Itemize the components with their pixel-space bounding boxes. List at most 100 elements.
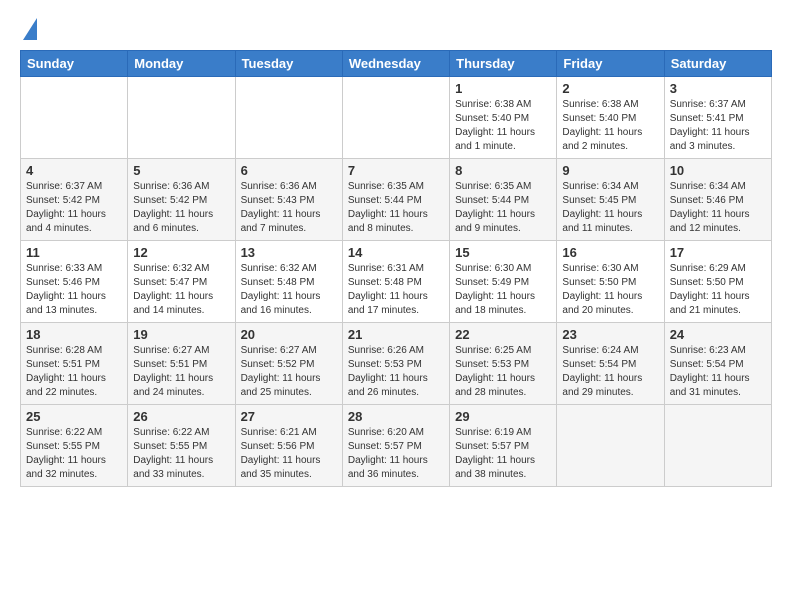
- cell-date-number: 11: [26, 245, 122, 260]
- calendar-cell: 11 Sunrise: 6:33 AM Sunset: 5:46 PM Dayli…: [21, 241, 128, 323]
- cell-info-text: Sunrise: 6:32 AM Sunset: 5:47 PM Dayligh…: [133, 262, 229, 318]
- cell-info-text: Sunrise: 6:38 AM Sunset: 5:40 PM Dayligh…: [455, 98, 551, 154]
- cell-info-text: Sunrise: 6:37 AM Sunset: 5:41 PM Dayligh…: [670, 98, 766, 154]
- cell-date-number: 2: [562, 81, 658, 96]
- calendar-week-row: 25Sunrise: 6:22 AM Sunset: 5:55 PM Dayli…: [21, 405, 772, 487]
- cell-info-text: Sunrise: 6:27 AM Sunset: 5:51 PM Dayligh…: [133, 344, 229, 400]
- weekday-header-cell: Saturday: [664, 51, 771, 77]
- cell-date-number: 15: [455, 245, 551, 260]
- cell-info-text: Sunrise: 6:34 AM Sunset: 5:46 PM Dayligh…: [670, 180, 766, 236]
- calendar-week-row: 18 Sunrise: 6:28 AM Sunset: 5:51 PM Dayli…: [21, 323, 772, 405]
- calendar-cell: 7 Sunrise: 6:35 AM Sunset: 5:44 PM Daylig…: [342, 159, 449, 241]
- cell-info-text: Sunrise: 6:23 AM Sunset: 5:54 PM Dayligh…: [670, 344, 766, 400]
- cell-date-number: 29: [455, 409, 551, 424]
- cell-info-text: Sunrise: 6:20 AM Sunset: 5:57 PM Dayligh…: [348, 426, 444, 482]
- weekday-header-cell: Monday: [128, 51, 235, 77]
- calendar-cell: 12 Sunrise: 6:32 AM Sunset: 5:47 PM Dayli…: [128, 241, 235, 323]
- cell-date-number: 13: [241, 245, 337, 260]
- cell-date-number: 1: [455, 81, 551, 96]
- cell-info-text: Sunrise: 6:35 AM Sunset: 5:44 PM Dayligh…: [455, 180, 551, 236]
- cell-info-text: Sunrise: 6:38 AM Sunset: 5:40 PM Dayligh…: [562, 98, 658, 154]
- weekday-header-cell: Wednesday: [342, 51, 449, 77]
- weekday-header-cell: Friday: [557, 51, 664, 77]
- cell-date-number: 3: [670, 81, 766, 96]
- cell-date-number: 7: [348, 163, 444, 178]
- cell-date-number: 27: [241, 409, 337, 424]
- calendar-cell: 2 Sunrise: 6:38 AM Sunset: 5:40 PM Daylig…: [557, 77, 664, 159]
- cell-info-text: Sunrise: 6:31 AM Sunset: 5:48 PM Dayligh…: [348, 262, 444, 318]
- calendar-cell: [21, 77, 128, 159]
- calendar-cell: 24 Sunrise: 6:23 AM Sunset: 5:54 PM Dayli…: [664, 323, 771, 405]
- calendar-cell: 26Sunrise: 6:22 AM Sunset: 5:55 PM Dayli…: [128, 405, 235, 487]
- cell-info-text: Sunrise: 6:34 AM Sunset: 5:45 PM Dayligh…: [562, 180, 658, 236]
- calendar-cell: 23Sunrise: 6:24 AM Sunset: 5:54 PM Dayli…: [557, 323, 664, 405]
- calendar-cell: [557, 405, 664, 487]
- cell-info-text: Sunrise: 6:36 AM Sunset: 5:42 PM Dayligh…: [133, 180, 229, 236]
- cell-info-text: Sunrise: 6:30 AM Sunset: 5:49 PM Dayligh…: [455, 262, 551, 318]
- calendar-cell: 22 Sunrise: 6:25 AM Sunset: 5:53 PM Dayli…: [450, 323, 557, 405]
- weekday-header-cell: Sunday: [21, 51, 128, 77]
- cell-date-number: 28: [348, 409, 444, 424]
- calendar-cell: 15 Sunrise: 6:30 AM Sunset: 5:49 PM Dayli…: [450, 241, 557, 323]
- cell-date-number: 10: [670, 163, 766, 178]
- calendar-cell: 16 Sunrise: 6:30 AM Sunset: 5:50 PM Dayli…: [557, 241, 664, 323]
- page: SundayMondayTuesdayWednesdayThursdayFrid…: [0, 0, 792, 612]
- cell-date-number: 5: [133, 163, 229, 178]
- cell-info-text: Sunrise: 6:22 AM Sunset: 5:55 PM Dayligh…: [26, 426, 122, 482]
- calendar-cell: 20 Sunrise: 6:27 AM Sunset: 5:52 PM Dayli…: [235, 323, 342, 405]
- calendar-cell: 4 Sunrise: 6:37 AM Sunset: 5:42 PM Daylig…: [21, 159, 128, 241]
- calendar-cell: 10 Sunrise: 6:34 AM Sunset: 5:46 PM Dayli…: [664, 159, 771, 241]
- cell-info-text: Sunrise: 6:26 AM Sunset: 5:53 PM Dayligh…: [348, 344, 444, 400]
- cell-date-number: 14: [348, 245, 444, 260]
- calendar-cell: 17Sunrise: 6:29 AM Sunset: 5:50 PM Dayli…: [664, 241, 771, 323]
- cell-info-text: Sunrise: 6:27 AM Sunset: 5:52 PM Dayligh…: [241, 344, 337, 400]
- calendar-cell: 27 Sunrise: 6:21 AM Sunset: 5:56 PM Dayli…: [235, 405, 342, 487]
- cell-date-number: 6: [241, 163, 337, 178]
- cell-info-text: Sunrise: 6:25 AM Sunset: 5:53 PM Dayligh…: [455, 344, 551, 400]
- cell-info-text: Sunrise: 6:30 AM Sunset: 5:50 PM Dayligh…: [562, 262, 658, 318]
- weekday-header-row: SundayMondayTuesdayWednesdayThursdayFrid…: [21, 51, 772, 77]
- cell-info-text: Sunrise: 6:22 AM Sunset: 5:55 PM Dayligh…: [133, 426, 229, 482]
- cell-date-number: 19: [133, 327, 229, 342]
- calendar-week-row: 4 Sunrise: 6:37 AM Sunset: 5:42 PM Daylig…: [21, 159, 772, 241]
- cell-date-number: 20: [241, 327, 337, 342]
- cell-date-number: 4: [26, 163, 122, 178]
- cell-date-number: 21: [348, 327, 444, 342]
- calendar-cell: [235, 77, 342, 159]
- calendar-cell: [128, 77, 235, 159]
- cell-info-text: Sunrise: 6:32 AM Sunset: 5:48 PM Dayligh…: [241, 262, 337, 318]
- calendar-cell: 21 Sunrise: 6:26 AM Sunset: 5:53 PM Dayli…: [342, 323, 449, 405]
- cell-info-text: Sunrise: 6:35 AM Sunset: 5:44 PM Dayligh…: [348, 180, 444, 236]
- calendar-table: SundayMondayTuesdayWednesdayThursdayFrid…: [20, 50, 772, 487]
- cell-info-text: Sunrise: 6:28 AM Sunset: 5:51 PM Dayligh…: [26, 344, 122, 400]
- calendar-cell: 5 Sunrise: 6:36 AM Sunset: 5:42 PM Daylig…: [128, 159, 235, 241]
- logo-triangle-icon: [23, 18, 37, 40]
- calendar-cell: [664, 405, 771, 487]
- cell-info-text: Sunrise: 6:33 AM Sunset: 5:46 PM Dayligh…: [26, 262, 122, 318]
- cell-info-text: Sunrise: 6:36 AM Sunset: 5:43 PM Dayligh…: [241, 180, 337, 236]
- cell-date-number: 18: [26, 327, 122, 342]
- calendar-cell: 1 Sunrise: 6:38 AM Sunset: 5:40 PM Daylig…: [450, 77, 557, 159]
- weekday-header-cell: Tuesday: [235, 51, 342, 77]
- cell-date-number: 9: [562, 163, 658, 178]
- cell-date-number: 17: [670, 245, 766, 260]
- cell-date-number: 8: [455, 163, 551, 178]
- cell-date-number: 24: [670, 327, 766, 342]
- cell-date-number: 12: [133, 245, 229, 260]
- calendar-week-row: 1 Sunrise: 6:38 AM Sunset: 5:40 PM Daylig…: [21, 77, 772, 159]
- calendar-cell: 9 Sunrise: 6:34 AM Sunset: 5:45 PM Daylig…: [557, 159, 664, 241]
- cell-info-text: Sunrise: 6:19 AM Sunset: 5:57 PM Dayligh…: [455, 426, 551, 482]
- calendar-cell: 29 Sunrise: 6:19 AM Sunset: 5:57 PM Dayli…: [450, 405, 557, 487]
- logo: [20, 16, 37, 40]
- cell-date-number: 22: [455, 327, 551, 342]
- weekday-header-cell: Thursday: [450, 51, 557, 77]
- header: [20, 16, 772, 40]
- calendar-body: 1 Sunrise: 6:38 AM Sunset: 5:40 PM Daylig…: [21, 77, 772, 487]
- cell-info-text: Sunrise: 6:37 AM Sunset: 5:42 PM Dayligh…: [26, 180, 122, 236]
- cell-date-number: 16: [562, 245, 658, 260]
- calendar-cell: 13 Sunrise: 6:32 AM Sunset: 5:48 PM Dayli…: [235, 241, 342, 323]
- cell-info-text: Sunrise: 6:21 AM Sunset: 5:56 PM Dayligh…: [241, 426, 337, 482]
- calendar-cell: [342, 77, 449, 159]
- calendar-cell: 3 Sunrise: 6:37 AM Sunset: 5:41 PM Daylig…: [664, 77, 771, 159]
- calendar-cell: 6 Sunrise: 6:36 AM Sunset: 5:43 PM Daylig…: [235, 159, 342, 241]
